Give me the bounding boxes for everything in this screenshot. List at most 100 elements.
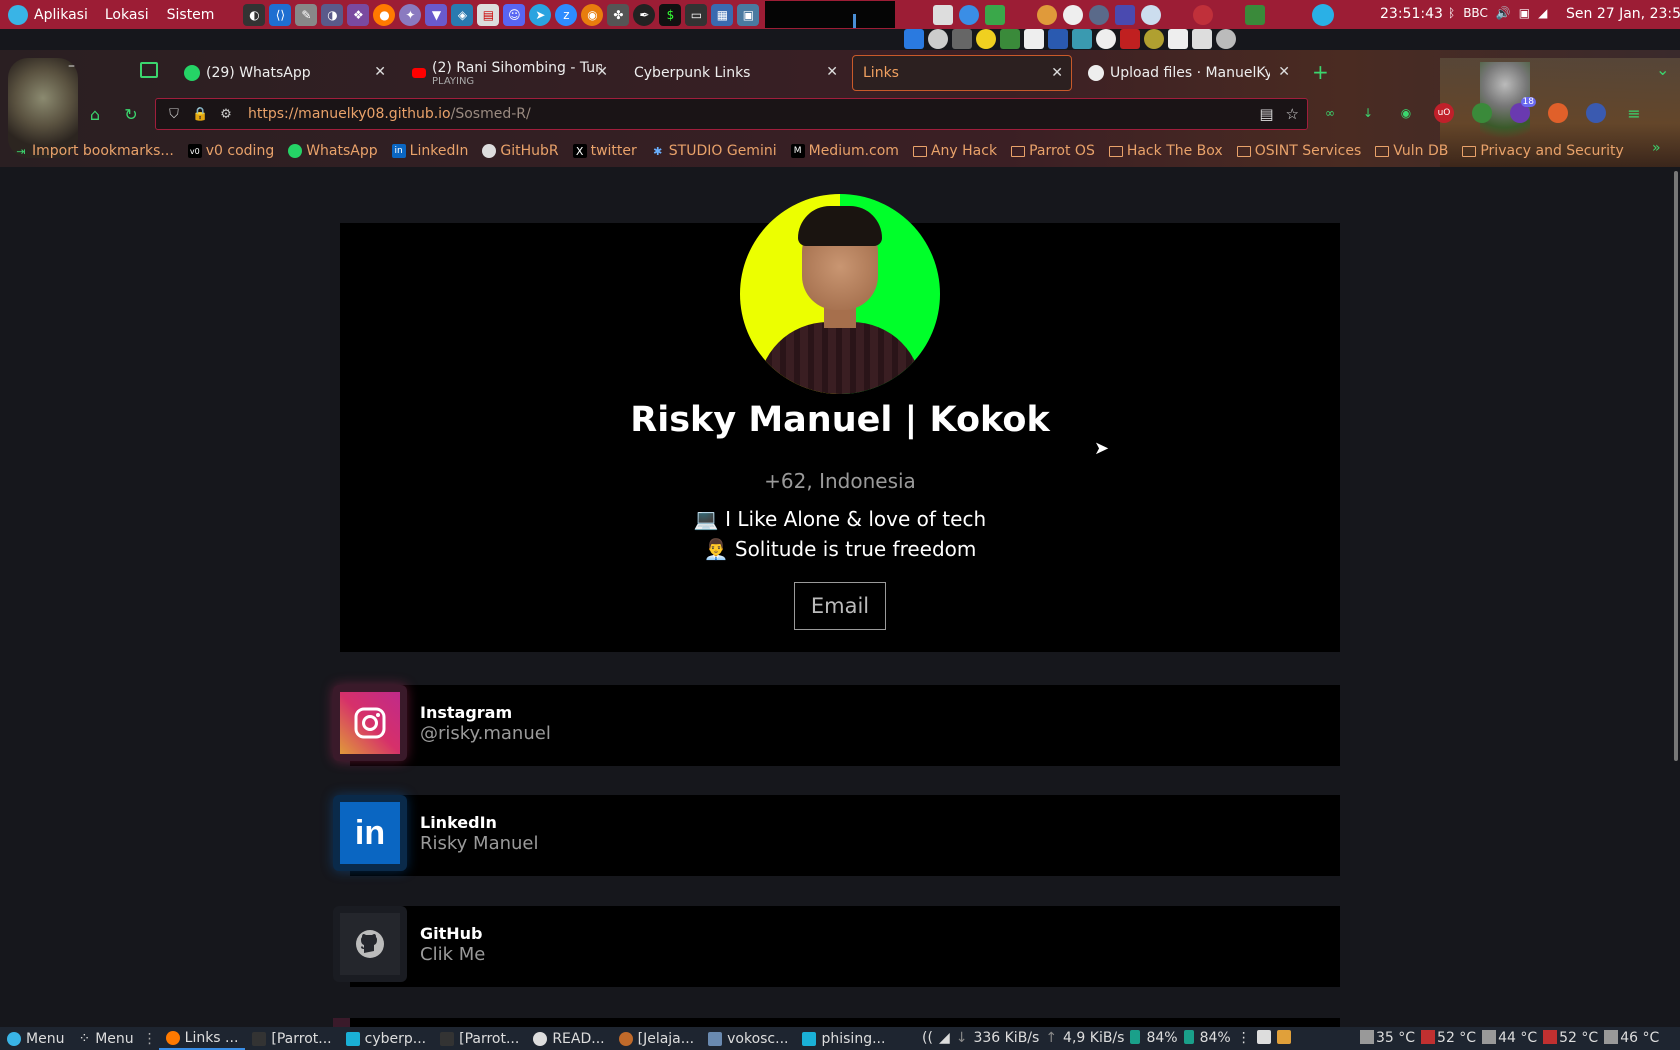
mosquito-icon[interactable] bbox=[1192, 29, 1212, 49]
taskbar-task-vokosc[interactable]: vokosc... bbox=[701, 1027, 795, 1050]
hacker-icon[interactable] bbox=[1096, 29, 1116, 49]
power-icon[interactable] bbox=[1312, 4, 1334, 26]
bookmarks-overflow-icon[interactable]: » bbox=[1652, 140, 1661, 156]
bookmark-linkedin[interactable]: in LinkedIn bbox=[391, 143, 468, 159]
taskbar-task-jelaja[interactable]: [Jelaja... bbox=[612, 1027, 702, 1050]
close-icon[interactable]: ✕ bbox=[1051, 65, 1063, 81]
taskbar-task-cyberp[interactable]: cyberp... bbox=[339, 1027, 433, 1050]
gamepad-icon[interactable] bbox=[1141, 4, 1162, 25]
tab-cyberpunk-links[interactable]: Cyberpunk Links ✕ bbox=[624, 55, 846, 91]
bookmark-whatsapp[interactable]: WhatsApp bbox=[288, 143, 378, 159]
magnifier-icon[interactable] bbox=[1216, 29, 1236, 49]
blender-icon[interactable]: ◉ bbox=[581, 3, 604, 26]
volume-icon[interactable]: 🔊 bbox=[1496, 6, 1511, 20]
terminal-icon-2[interactable]: ▭ bbox=[685, 3, 708, 26]
menu-aplikasi[interactable]: Aplikasi bbox=[34, 7, 88, 23]
parrot-logo-button[interactable]: Aplikasi bbox=[0, 0, 96, 29]
url-bar[interactable]: ⛉ 🔒 ⚙ https://manuelky08.github.io/Sosme… bbox=[155, 98, 1308, 130]
bookmark-github[interactable]: GitHubR bbox=[482, 143, 559, 159]
metasploit-icon[interactable] bbox=[1048, 29, 1068, 49]
taskbar-task-phising[interactable]: phising... bbox=[795, 1027, 892, 1050]
steam-icon[interactable]: ◐ bbox=[243, 3, 266, 26]
window-minimize-icon[interactable]: – bbox=[68, 58, 75, 74]
bookmark-folder-osint[interactable]: OSINT Services bbox=[1236, 143, 1361, 159]
private-mask-icon[interactable]: ∞ bbox=[1320, 103, 1340, 123]
ghost-icon[interactable] bbox=[1063, 4, 1084, 25]
keyboard-icon[interactable] bbox=[1256, 1030, 1271, 1044]
bookmark-folder-vuln-db[interactable]: Vuln DB bbox=[1375, 143, 1448, 159]
document-icon[interactable]: ▤ bbox=[477, 3, 500, 26]
app-icon-3[interactable]: ✤ bbox=[607, 3, 630, 26]
taskbar-menu-2[interactable]: ⁘ Menu bbox=[71, 1027, 140, 1050]
spy-icon[interactable] bbox=[1120, 29, 1140, 49]
vscode-icon[interactable]: ⟨⟩ bbox=[269, 3, 292, 26]
tor-icon[interactable]: ❖ bbox=[347, 3, 370, 26]
account-icon[interactable]: ◉ bbox=[1396, 103, 1416, 123]
close-icon[interactable]: ✕ bbox=[374, 64, 386, 80]
pen-icon[interactable]: ✒ bbox=[633, 3, 656, 26]
email-button[interactable]: Email bbox=[794, 582, 886, 630]
taskbar-task-links[interactable]: Links ... bbox=[158, 1027, 246, 1050]
wifi-tool-icon[interactable] bbox=[904, 29, 924, 49]
qbittorrent-icon[interactable] bbox=[959, 4, 980, 25]
bookmark-twitter[interactable]: Xtwitter bbox=[572, 143, 637, 159]
discord-icon[interactable]: ☺ bbox=[503, 3, 526, 26]
close-icon[interactable]: ✕ bbox=[826, 64, 838, 80]
lock-icon[interactable]: 🔒 bbox=[192, 107, 208, 122]
close-icon[interactable]: ✕ bbox=[596, 64, 608, 80]
bookmark-folder-hack-the-box[interactable]: Hack The Box bbox=[1108, 143, 1223, 159]
bookmark-folder-any-hack[interactable]: Any Hack bbox=[912, 143, 997, 159]
bookmark-star-icon[interactable]: ☆ bbox=[1286, 105, 1299, 123]
terminal-icon[interactable]: $ bbox=[659, 3, 682, 26]
link-card-github[interactable]: GitHub Clik Me bbox=[333, 906, 1340, 990]
close-icon[interactable]: ✕ bbox=[1278, 64, 1290, 80]
tray-app-icon[interactable] bbox=[1276, 1030, 1291, 1044]
tab-links-active[interactable]: Links ✕ bbox=[852, 55, 1072, 91]
extension-icon[interactable] bbox=[1472, 103, 1492, 123]
taskbar-menu-1[interactable]: Menu bbox=[0, 1027, 71, 1050]
new-tab-plus-icon[interactable]: + bbox=[1312, 60, 1329, 84]
diver-icon[interactable] bbox=[1144, 29, 1164, 49]
url-text[interactable]: https://manuelky08.github.io/Sosmed-R/ bbox=[248, 106, 531, 122]
shield-icon[interactable]: ⛉ bbox=[166, 107, 182, 122]
radar-icon[interactable] bbox=[1000, 29, 1020, 49]
printer-icon[interactable] bbox=[933, 4, 954, 25]
reload-icon[interactable]: ↻ bbox=[120, 103, 142, 125]
firefox-icon[interactable]: ● bbox=[373, 3, 396, 26]
home-icon[interactable]: ⌂ bbox=[84, 103, 106, 125]
app-icon-2[interactable]: ✦ bbox=[399, 3, 422, 26]
monitor-icon[interactable]: ▦ bbox=[711, 3, 734, 26]
red-tray-icon[interactable] bbox=[1193, 4, 1214, 25]
reader-mode-icon[interactable]: ▤ bbox=[1259, 105, 1273, 123]
antenna-icon[interactable] bbox=[976, 29, 996, 49]
burp-icon[interactable]: ✎ bbox=[295, 3, 318, 26]
link-card-instagram[interactable]: Instagram @risky.manuel bbox=[333, 685, 1340, 769]
green-tray-icon[interactable] bbox=[1245, 4, 1266, 25]
tab-upload-files[interactable]: Upload files · ManuelKy08 ✕ bbox=[1078, 55, 1298, 91]
hamburger-menu-icon[interactable]: ≡ bbox=[1624, 103, 1644, 123]
bookmark-folder-privacy[interactable]: Privacy and Security bbox=[1462, 143, 1624, 159]
extension-badge-icon[interactable]: 18 bbox=[1510, 97, 1536, 123]
steam-tray-icon[interactable] bbox=[1089, 4, 1110, 25]
bookmark-medium[interactable]: M Medium.com bbox=[790, 143, 899, 159]
network-icon[interactable]: ◈ bbox=[451, 3, 474, 26]
permissions-icon[interactable]: ⚙ bbox=[218, 107, 234, 122]
download-icon[interactable]: ↓ bbox=[1358, 103, 1378, 123]
network-status-icon[interactable]: ▣ bbox=[1519, 6, 1530, 20]
extension-icon-2[interactable] bbox=[1548, 103, 1568, 123]
tab-youtube[interactable]: (2) Rani Sihombing - Tung PLAYING ✕ bbox=[402, 55, 616, 91]
pen-tool-icon[interactable] bbox=[1168, 29, 1188, 49]
app-tray-icon[interactable] bbox=[1037, 4, 1058, 25]
bookmark-import[interactable]: ⇥ Import bookmarks... bbox=[14, 143, 173, 159]
qr-icon[interactable] bbox=[1024, 29, 1044, 49]
bookmark-v0[interactable]: v0 v0 coding bbox=[187, 143, 274, 159]
robot-icon[interactable] bbox=[1072, 29, 1092, 49]
tab-list-chevron-icon[interactable]: ⌄ bbox=[1656, 60, 1669, 79]
bluetooth-icon[interactable]: ᛒ bbox=[1448, 6, 1455, 20]
bookmark-folder-parrot-os[interactable]: Parrot OS bbox=[1011, 143, 1095, 159]
ublock-icon[interactable]: uO bbox=[1434, 103, 1454, 123]
bookmark-gemini[interactable]: ✱ STUDIO Gemini bbox=[651, 143, 776, 159]
link-card-linkedin[interactable]: in LinkedIn Risky Manuel bbox=[333, 795, 1340, 879]
tool-icon[interactable] bbox=[952, 29, 972, 49]
tab-overview-icon[interactable] bbox=[140, 62, 158, 78]
